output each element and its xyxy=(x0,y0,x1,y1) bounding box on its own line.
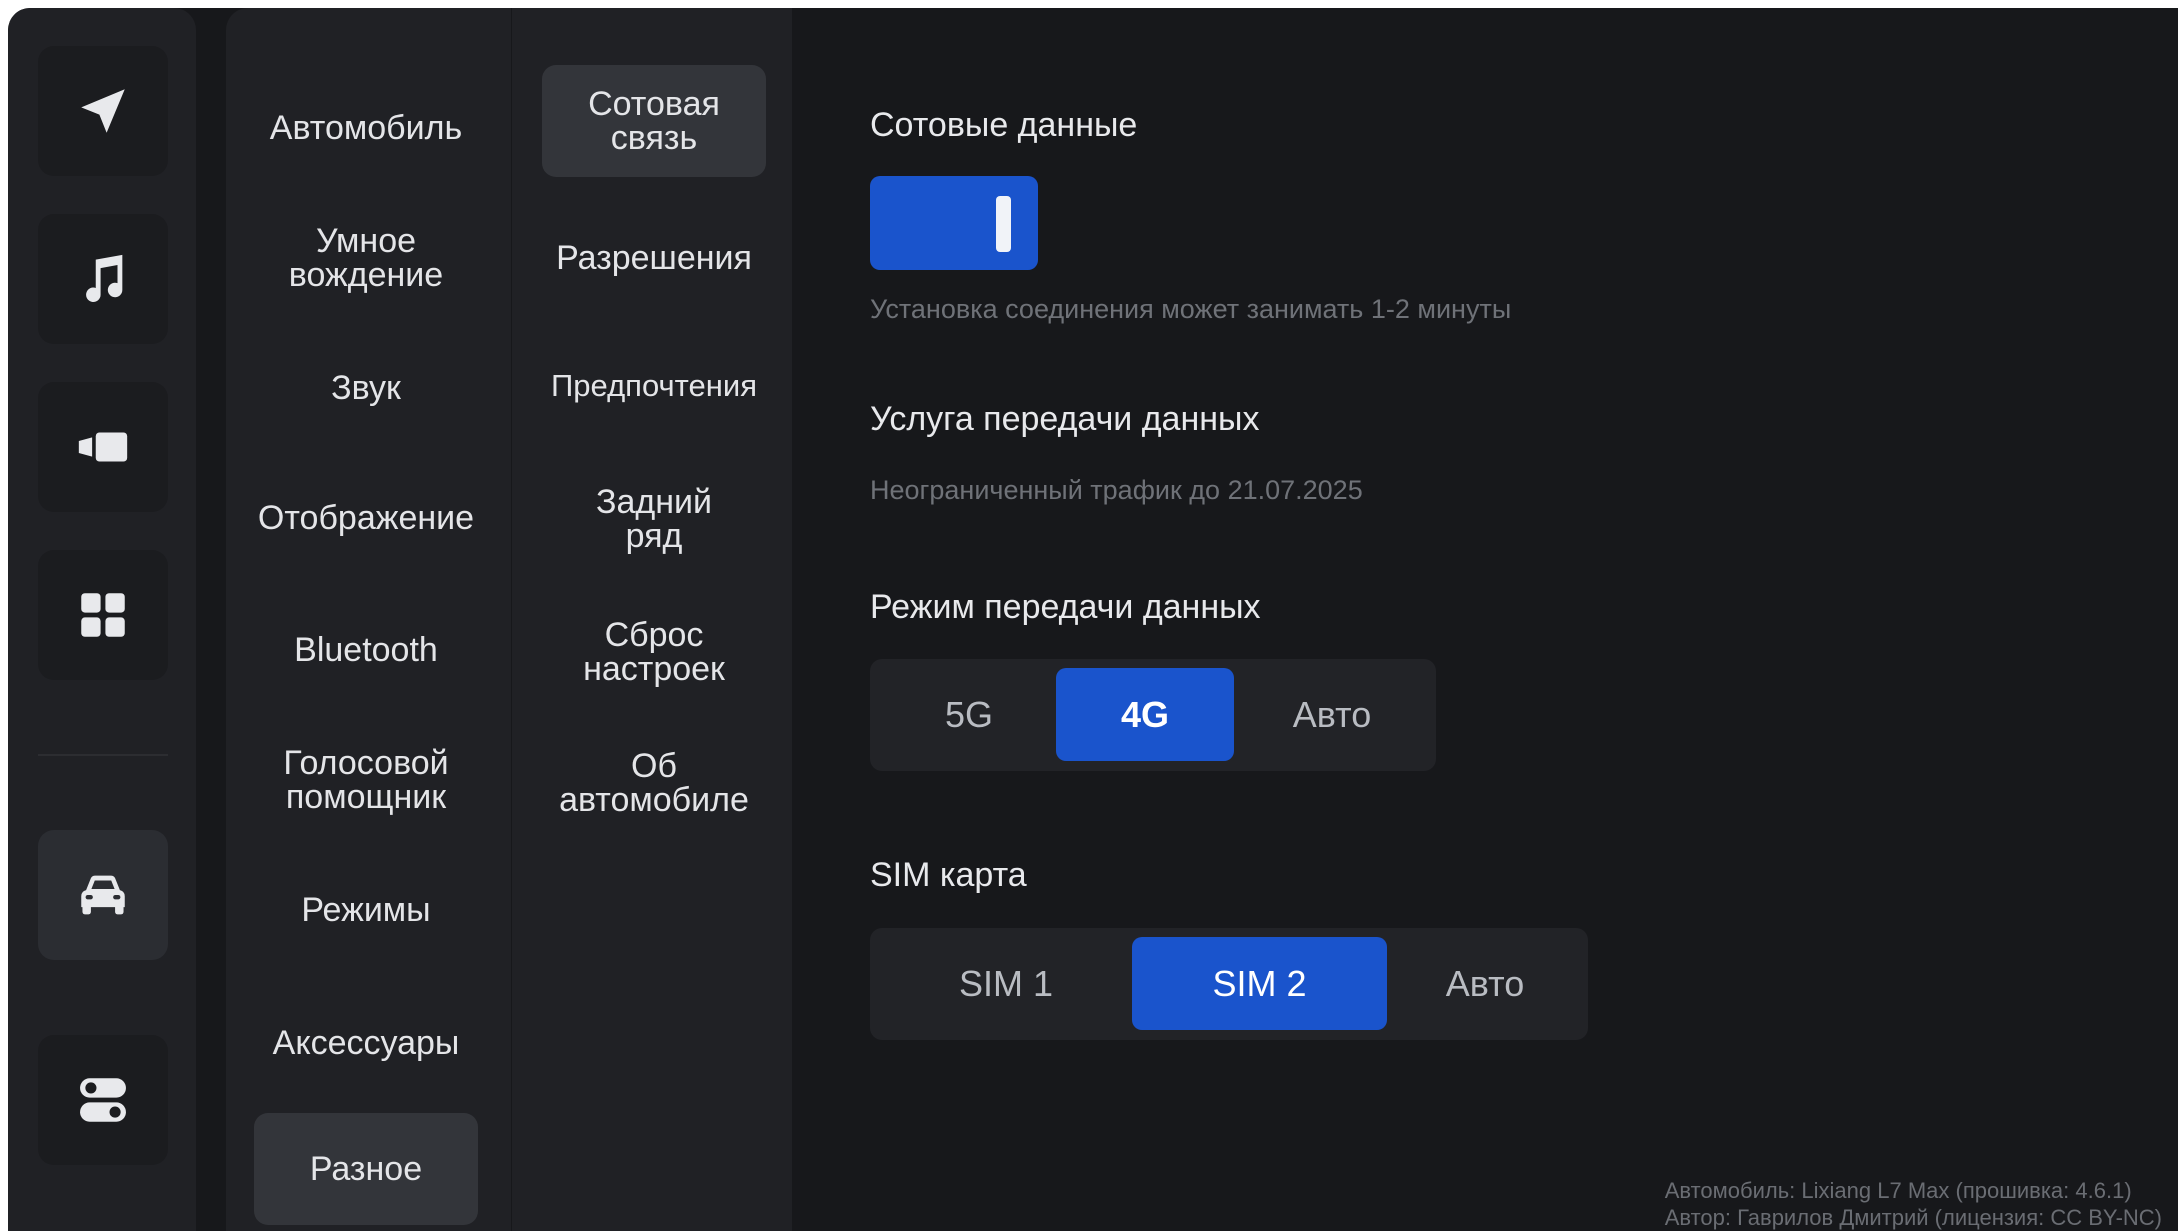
sim-card-selector: SIM 1 SIM 2 Авто xyxy=(870,928,1588,1040)
data-mode-auto-option[interactable]: Авто xyxy=(1242,668,1422,761)
video-camera-icon xyxy=(78,432,128,462)
data-mode-4g-option[interactable]: 4G xyxy=(1056,668,1234,761)
footer-author-line: Автор: Гаврилов Дмитрий (лицензия: CC BY… xyxy=(1664,1205,2162,1230)
music-note-icon xyxy=(86,254,123,303)
subcategory-label: Сброс настроек xyxy=(583,616,725,688)
cellular-data-title: Сотовые данные xyxy=(870,106,1138,144)
category-label: Разное xyxy=(309,1150,423,1188)
dock-controls-button[interactable] xyxy=(38,1035,168,1165)
data-service-detail: Неограниченный трафик до 21.07.2025 xyxy=(870,475,1363,505)
cellular-data-hint: Установка соединения может занимать 1-2 … xyxy=(870,294,1512,324)
category-label: Отображение xyxy=(257,499,475,537)
category-smart-driving[interactable]: Умное вождение xyxy=(254,203,478,313)
subcategory-label: Задний ряд xyxy=(595,483,713,555)
category-accessories[interactable]: Аксессуары xyxy=(254,993,478,1093)
category-label: Голосовой помощник xyxy=(283,744,449,816)
car-icon xyxy=(81,875,125,915)
apps-grid-icon xyxy=(81,593,125,637)
dock-divider xyxy=(38,754,168,756)
app-dock xyxy=(8,8,196,1231)
subcategory-label: Разрешения xyxy=(556,239,752,277)
subcategory-label: Предпочтения xyxy=(551,368,757,403)
category-voice-assistant[interactable]: Голосовой помощник xyxy=(254,725,478,835)
category-label: Умное вождение xyxy=(288,222,444,294)
toggle-knob xyxy=(996,196,1011,252)
toggles-icon xyxy=(80,1078,126,1122)
sim-card-title: SIM карта xyxy=(870,856,1027,894)
category-label: Режимы xyxy=(301,891,431,929)
dock-navigation-button[interactable] xyxy=(38,46,168,176)
category-vehicle[interactable]: Автомобиль xyxy=(254,78,478,178)
category-label: Звук xyxy=(331,369,401,407)
settings-subcategories: Сотовая связь Разрешения Предпочтения За… xyxy=(512,8,792,1231)
category-modes[interactable]: Режимы xyxy=(254,860,478,960)
data-mode-5g-option[interactable]: 5G xyxy=(880,668,1058,761)
subcategory-reset[interactable]: Сброс настроек xyxy=(542,597,766,707)
subcategory-permissions[interactable]: Разрешения xyxy=(542,208,766,308)
category-sound[interactable]: Звук xyxy=(254,338,478,438)
dock-apps-button[interactable] xyxy=(38,550,168,680)
navigation-icon xyxy=(81,89,125,133)
category-display[interactable]: Отображение xyxy=(254,468,478,568)
dock-car-button[interactable] xyxy=(38,830,168,960)
data-service-title: Услуга передачи данных xyxy=(870,400,1260,438)
sim-2-option[interactable]: SIM 2 xyxy=(1132,937,1387,1030)
cellular-settings-panel: Сотовые данные Установка соединения може… xyxy=(792,8,2178,1231)
settings-screen: Автомобиль Умное вождение Звук Отображен… xyxy=(8,8,2178,1231)
attribution-footer: Автомобиль: Lixiang L7 Max (прошивка: 4.… xyxy=(1665,1177,2162,1231)
category-label: Аксессуары xyxy=(272,1024,460,1062)
dock-music-button[interactable] xyxy=(38,214,168,344)
subcategory-about[interactable]: Об автомобиле xyxy=(542,728,766,838)
sim-1-option[interactable]: SIM 1 xyxy=(880,937,1132,1030)
category-label: Bluetooth xyxy=(294,631,438,669)
category-label: Автомобиль xyxy=(269,109,463,147)
subcategory-label: Об автомобиле xyxy=(559,747,749,819)
category-misc[interactable]: Разное xyxy=(254,1113,478,1225)
data-mode-selector: 5G 4G Авто xyxy=(870,659,1436,771)
cellular-data-toggle[interactable] xyxy=(870,176,1038,270)
subcategory-preferences[interactable]: Предпочтения xyxy=(542,336,766,436)
subcategory-label: Сотовая связь xyxy=(588,85,720,157)
dock-video-button[interactable] xyxy=(38,382,168,512)
subcategory-cellular[interactable]: Сотовая связь xyxy=(542,65,766,177)
settings-categories: Автомобиль Умное вождение Звук Отображен… xyxy=(226,8,511,1231)
subcategory-rear-row[interactable]: Задний ряд xyxy=(542,464,766,574)
sim-auto-option[interactable]: Авто xyxy=(1395,937,1575,1030)
footer-vehicle-line: Автомобиль: Lixiang L7 Max (прошивка: 4.… xyxy=(1664,1178,2132,1203)
data-mode-title: Режим передачи данных xyxy=(870,588,1261,626)
category-bluetooth[interactable]: Bluetooth xyxy=(254,600,478,700)
